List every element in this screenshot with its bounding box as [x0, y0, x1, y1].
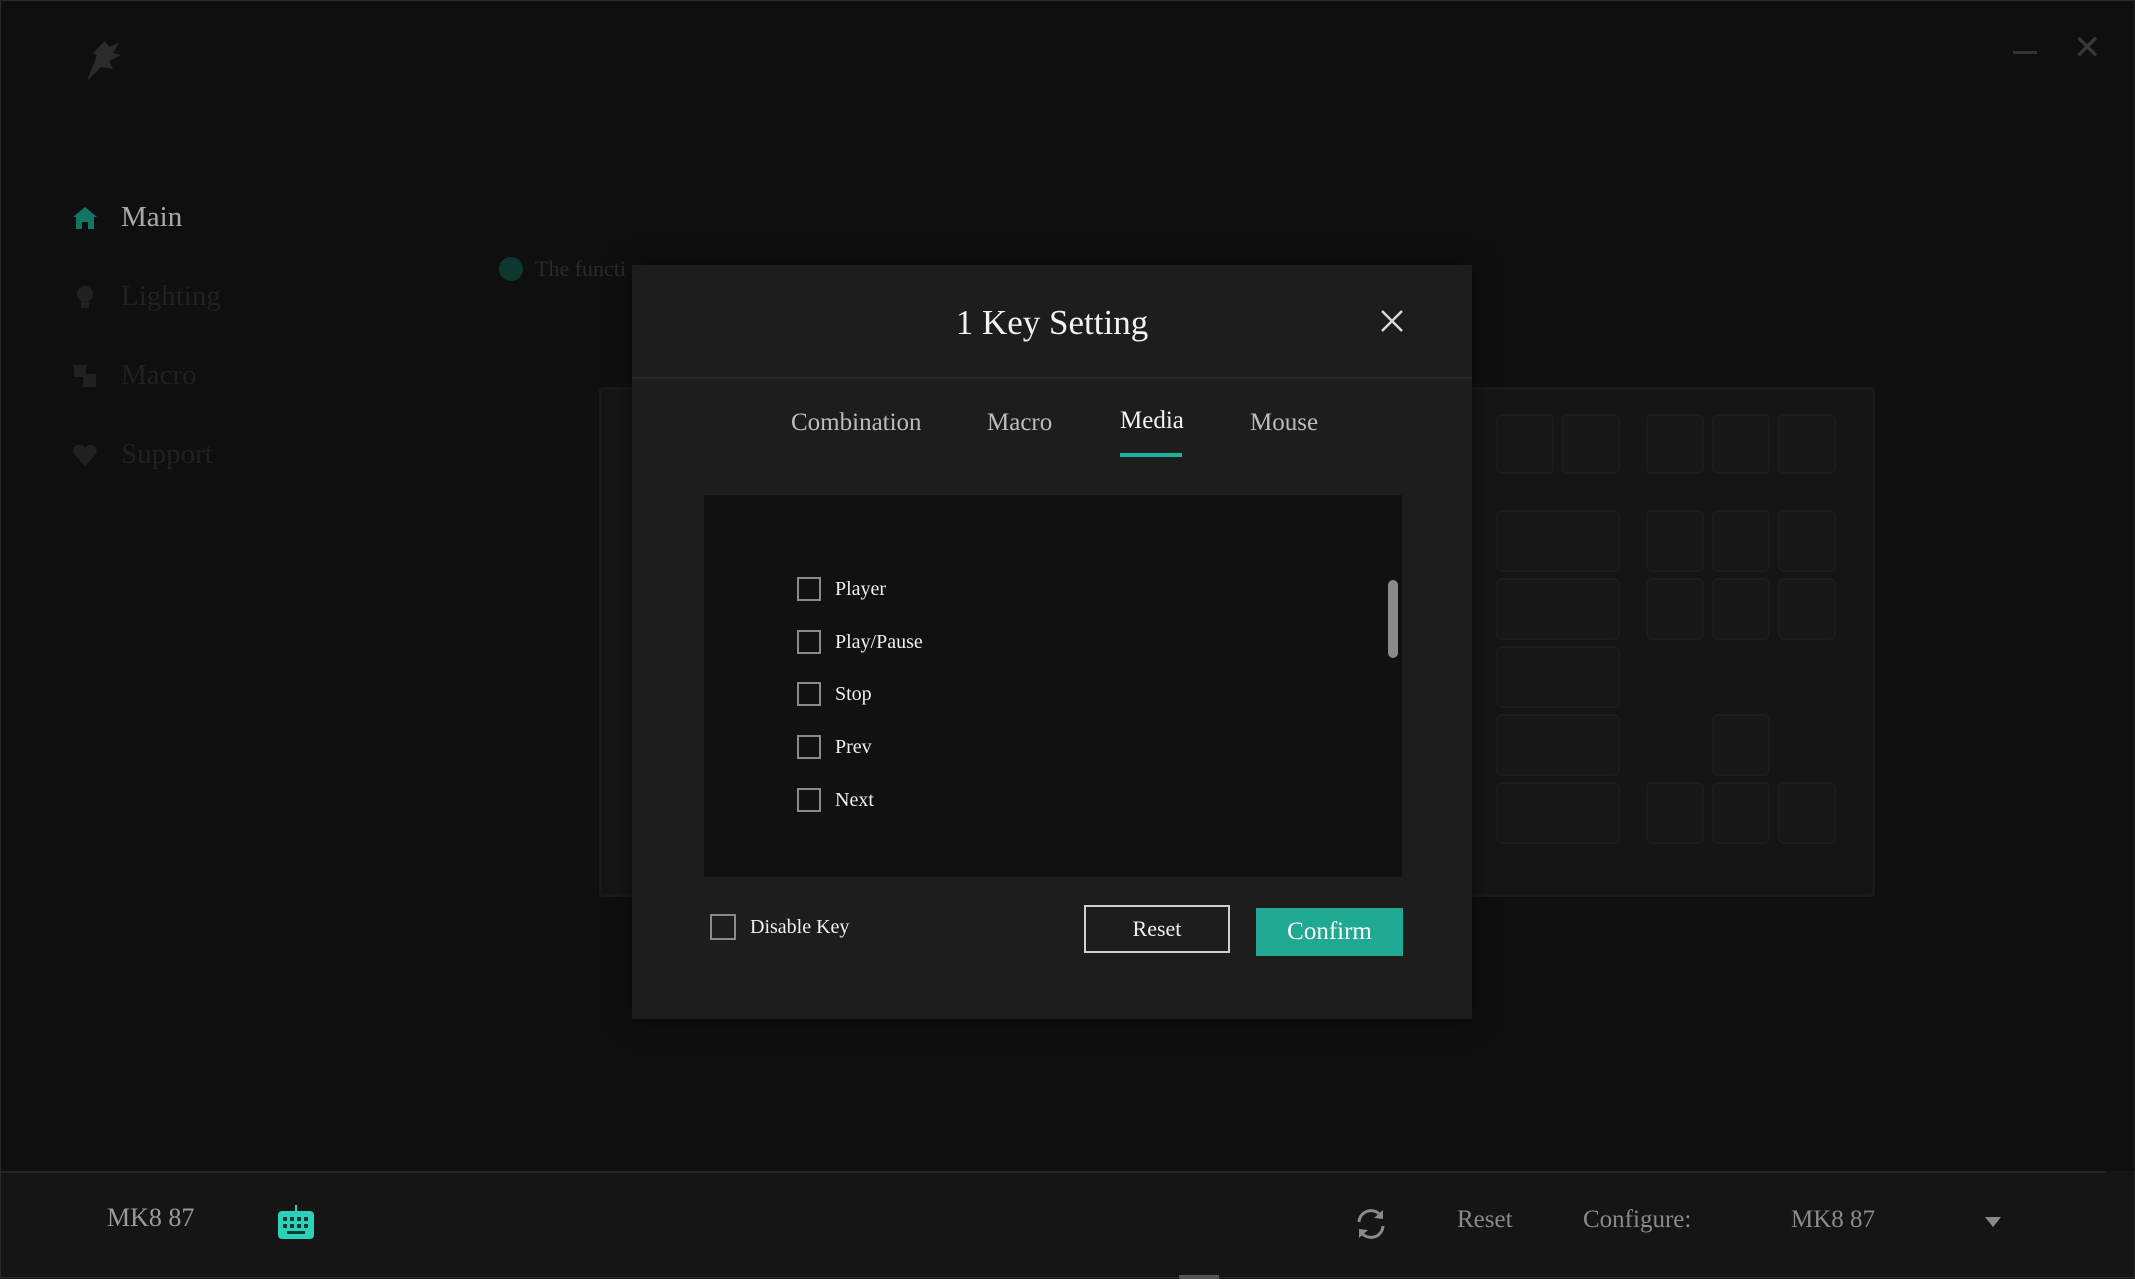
scrollbar[interactable]	[1388, 580, 1398, 658]
tab-mouse[interactable]: Mouse	[1250, 409, 1318, 437]
option-stop[interactable]: Stop	[797, 682, 872, 706]
disable-key-label: Disable Key	[750, 915, 850, 938]
tab-macro[interactable]: Macro	[987, 409, 1052, 437]
reset-button[interactable]: Reset	[1084, 905, 1230, 953]
tab-media[interactable]: Media	[1120, 407, 1184, 435]
checkbox[interactable]	[797, 577, 821, 601]
checkbox[interactable]	[797, 682, 821, 706]
checkbox[interactable]	[797, 630, 821, 654]
chevron-down-icon[interactable]	[1985, 1217, 2001, 1227]
checkbox[interactable]	[710, 914, 736, 940]
footer-reset-button[interactable]: Reset	[1457, 1206, 1513, 1234]
keyboard-icon[interactable]	[276, 1203, 316, 1243]
option-label: Stop	[835, 682, 872, 705]
option-label: Player	[835, 577, 887, 600]
configure-select[interactable]: MK8 87	[1791, 1206, 1875, 1234]
media-options-list: Player Play/Pause Stop Prev Next	[704, 495, 1402, 877]
app-window: ✕ Main Lighting Macro Support The functi…	[0, 0, 2135, 1279]
option-next[interactable]: Next	[797, 788, 874, 812]
active-tab-indicator	[1120, 453, 1182, 457]
option-player[interactable]: Player	[797, 577, 886, 601]
checkbox[interactable]	[797, 788, 821, 812]
divider	[632, 377, 1472, 379]
close-icon[interactable]	[1378, 307, 1406, 335]
option-label: Play/Pause	[835, 630, 923, 653]
device-name: MK8 87	[107, 1203, 195, 1232]
option-prev[interactable]: Prev	[797, 735, 872, 759]
footer-divider	[1, 1171, 2106, 1173]
disable-key-toggle[interactable]: Disable Key	[710, 914, 849, 940]
option-play-pause[interactable]: Play/Pause	[797, 630, 923, 654]
tab-combination[interactable]: Combination	[791, 409, 922, 437]
configure-label: Configure:	[1583, 1206, 1692, 1233]
confirm-button[interactable]: Confirm	[1256, 908, 1403, 956]
option-label: Prev	[835, 735, 872, 758]
bottom-indicator	[1179, 1275, 1219, 1279]
sync-icon[interactable]	[1353, 1206, 1389, 1242]
option-label: Next	[835, 788, 874, 811]
checkbox[interactable]	[797, 735, 821, 759]
dialog-title: 1 Key Setting	[955, 303, 1149, 342]
key-setting-dialog: 1 Key Setting Combination Macro Media Mo…	[632, 265, 1472, 1019]
